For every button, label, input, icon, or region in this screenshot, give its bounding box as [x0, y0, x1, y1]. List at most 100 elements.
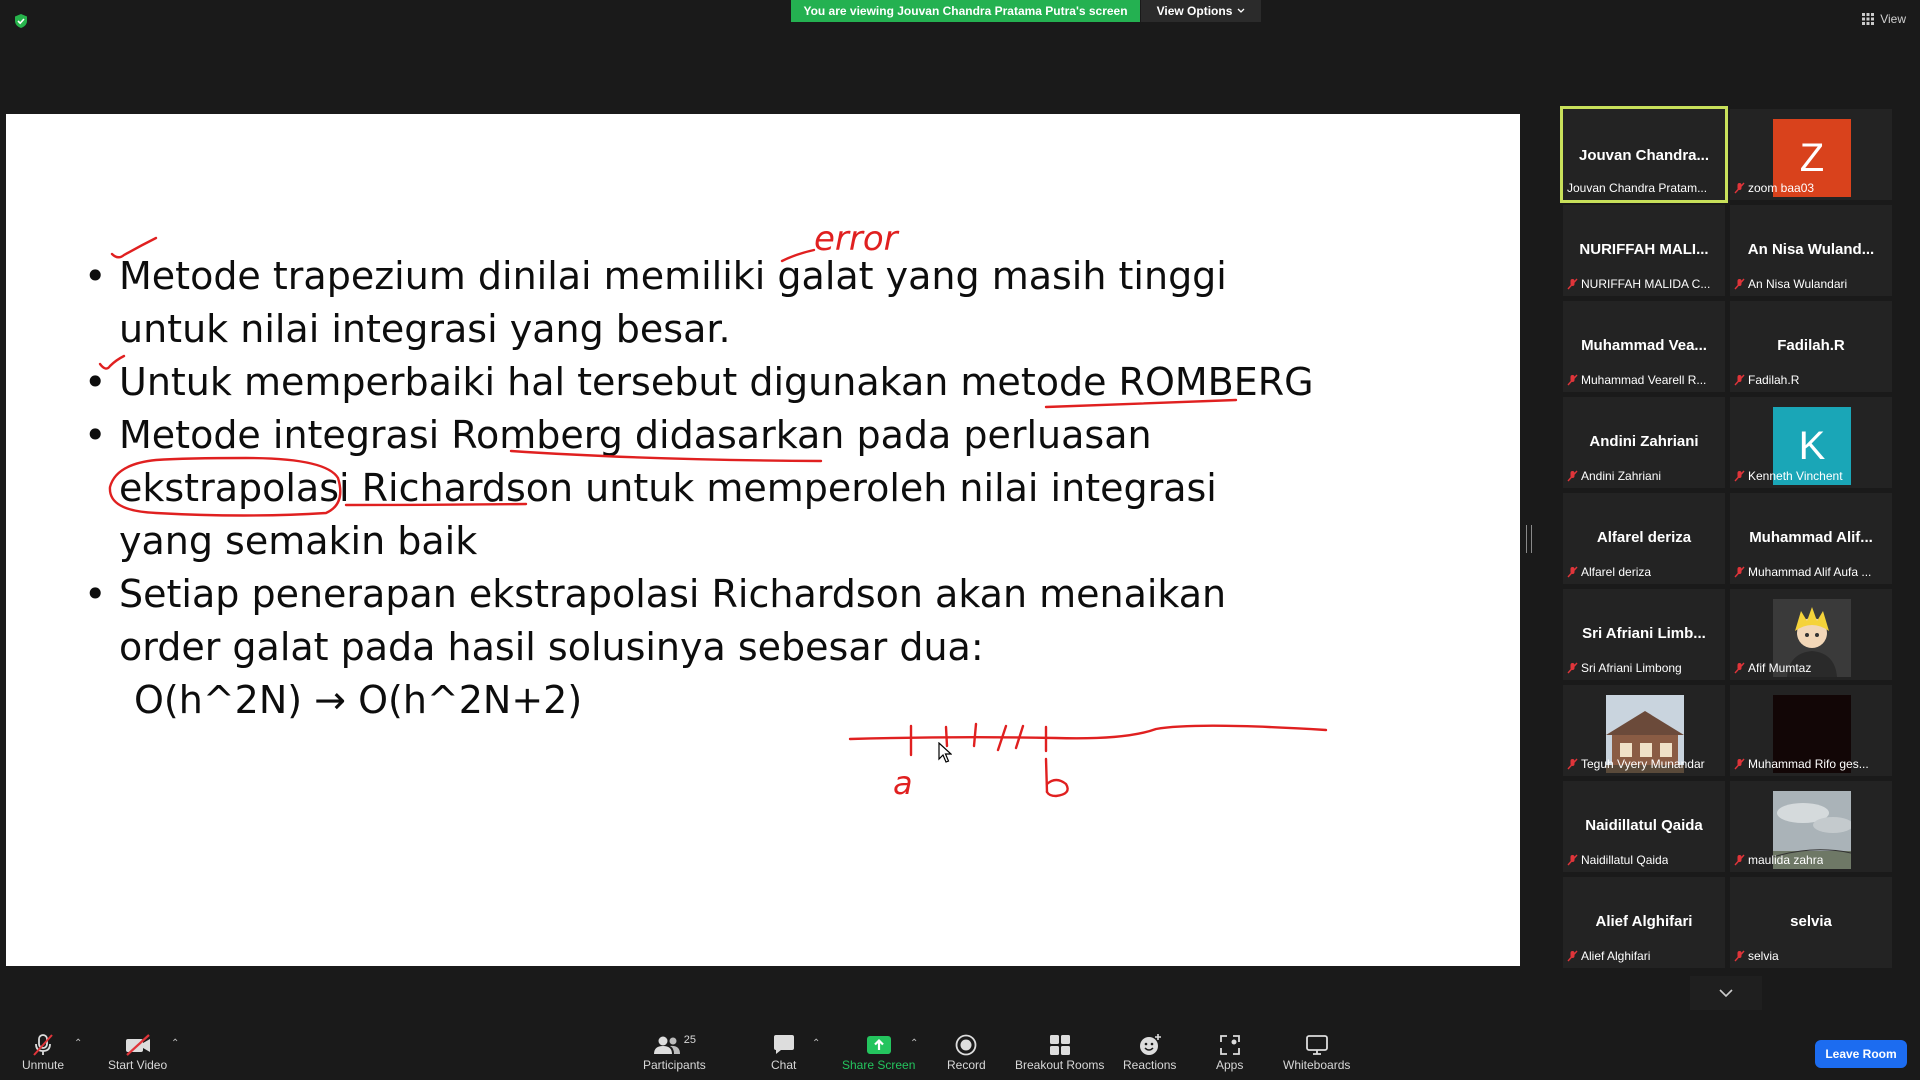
gallery-scroll-down-button[interactable] [1690, 976, 1762, 1010]
participant-display-name: Sri Afriani Limb... [1582, 625, 1706, 642]
record-label: Record [947, 1058, 986, 1072]
reactions-label: Reactions [1123, 1058, 1177, 1072]
participant-name-label: NURIFFAH MALIDA C... [1567, 277, 1710, 291]
video-options-caret[interactable]: ⌃ [171, 1038, 179, 1049]
participant-name-label: Naidillatul Qaida [1567, 853, 1668, 867]
video-tile[interactable]: Naidillatul Qaida Naidillatul Qaida [1563, 781, 1725, 872]
participants-icon [653, 1036, 680, 1054]
unmute-button[interactable]: Unmute [22, 1032, 64, 1072]
video-tile[interactable]: K Kenneth Vinchent [1730, 397, 1892, 488]
video-tile[interactable]: Z zoom baa03 [1730, 109, 1892, 200]
participant-display-name: NURIFFAH MALI... [1579, 241, 1709, 258]
muted-mic-icon [1734, 566, 1745, 578]
start-video-label: Start Video [108, 1058, 168, 1072]
reactions-button[interactable]: Reactions [1123, 1032, 1176, 1072]
participant-name-label: Muhammad Alif Aufa ... [1734, 565, 1871, 579]
whiteboards-label: Whiteboards [1283, 1058, 1351, 1072]
participant-name-label: Fadilah.R [1734, 373, 1799, 387]
muted-mic-icon [1567, 662, 1578, 674]
muted-mic-icon [1734, 374, 1745, 386]
shield-check-icon[interactable] [13, 13, 29, 29]
chat-options-caret[interactable]: ⌃ [812, 1038, 820, 1049]
view-options-label: View Options [1156, 4, 1233, 18]
share-options-caret[interactable]: ⌃ [910, 1038, 918, 1049]
participant-name-label: Muhammad Vearell R... [1567, 373, 1706, 387]
record-icon [955, 1034, 977, 1056]
slide-bullet-3: Metode integrasi Romberg didasarkan pada… [84, 409, 1279, 568]
leave-room-button[interactable]: Leave Room [1815, 1040, 1907, 1068]
slide-bullet-list: Metode trapezium dinilai memiliki galat … [84, 250, 1319, 727]
breakout-rooms-label: Breakout Rooms [1015, 1058, 1105, 1072]
b-bowl [1045, 778, 1069, 798]
participant-name-label: zoom baa03 [1734, 181, 1814, 195]
video-tile[interactable]: Muhammad Vea... Muhammad Vearell R... [1563, 301, 1725, 392]
participant-display-name: Alfarel deriza [1596, 529, 1692, 546]
apps-button[interactable]: Apps [1216, 1032, 1243, 1072]
participant-display-name: Muhammad Vea... [1581, 337, 1707, 354]
muted-mic-icon [1734, 950, 1745, 962]
shared-screen[interactable]: Metode trapezium dinilai memiliki galat … [6, 114, 1520, 966]
video-tile[interactable]: selvia selvia [1730, 877, 1892, 968]
share-screen-icon [866, 1036, 891, 1054]
participant-display-name: Muhammad Alif... [1749, 529, 1873, 546]
viewing-banner: You are viewing Jouvan Chandra Pratama P… [791, 0, 1140, 22]
video-off-icon [125, 1034, 150, 1056]
view-options-button[interactable]: View Options [1141, 0, 1261, 22]
tick-mark-3 [972, 722, 978, 748]
audio-options-caret[interactable]: ⌃ [74, 1038, 82, 1049]
video-tile[interactable]: An Nisa Wuland... An Nisa Wulandari [1730, 205, 1892, 296]
muted-mic-icon [1734, 854, 1745, 866]
chat-button[interactable]: Chat [771, 1032, 796, 1072]
tick-mark-5 [1014, 724, 1025, 750]
video-tile[interactable]: Alfarel deriza Alfarel deriza [1563, 493, 1725, 584]
participant-name-label: Teguh Vyery Munandar [1567, 757, 1705, 771]
whiteboards-button[interactable]: Whiteboards [1283, 1032, 1350, 1072]
b-stem [1044, 757, 1049, 794]
participants-count: 25 [683, 1034, 696, 1046]
video-tile[interactable]: Muhammad Alif... Muhammad Alif Aufa ... [1730, 493, 1892, 584]
video-tile[interactable]: Alief Alghifari Alief Alghifari [1563, 877, 1725, 968]
meeting-toolbar: Unmute ⌃ Start Video ⌃ 25 Participants C… [0, 1018, 1920, 1080]
participants-button[interactable]: 25 Participants [643, 1032, 706, 1072]
resize-divider-handle[interactable] [1526, 525, 1532, 553]
participant-display-name: selvia [1790, 913, 1832, 930]
video-tile[interactable]: Teguh Vyery Munandar [1563, 685, 1725, 776]
video-tile[interactable]: Sri Afriani Limb... Sri Afriani Limbong [1563, 589, 1725, 680]
record-button[interactable]: Record [947, 1032, 986, 1072]
video-tile[interactable]: Andini Zahriani Andini Zahriani [1563, 397, 1725, 488]
participant-name-label: Jouvan Chandra Pratam... [1567, 181, 1708, 195]
video-tile[interactable]: Jouvan Chandra... Jouvan Chandra Pratam.… [1560, 106, 1728, 203]
video-tile[interactable]: Afif Mumtaz [1730, 589, 1892, 680]
video-tile[interactable]: Fadilah.R Fadilah.R [1730, 301, 1892, 392]
video-tile[interactable]: maulida zahra [1730, 781, 1892, 872]
muted-mic-icon [1567, 470, 1578, 482]
participant-name-label: selvia [1734, 949, 1779, 963]
muted-mic-icon [1734, 278, 1745, 290]
share-screen-button[interactable]: Share Screen [842, 1032, 915, 1072]
unmute-label: Unmute [22, 1058, 65, 1072]
participant-display-name: Jouvan Chandra... [1578, 147, 1710, 164]
participant-name-label: Afif Mumtaz [1734, 661, 1811, 675]
video-tile[interactable]: NURIFFAH MALI... NURIFFAH MALIDA C... [1563, 205, 1725, 296]
breakout-rooms-icon [1049, 1035, 1070, 1055]
participant-name-label: Alfarel deriza [1567, 565, 1651, 579]
view-button[interactable]: View [1862, 12, 1906, 26]
mouse-cursor-icon [938, 742, 952, 763]
muted-mic-icon [1567, 854, 1578, 866]
muted-mic-icon [1734, 470, 1745, 482]
participant-name-label: maulida zahra [1734, 853, 1823, 867]
view-label: View [1880, 12, 1906, 26]
chat-label: Chat [771, 1058, 797, 1072]
chevron-down-icon [1237, 8, 1245, 13]
participant-name-label: Andini Zahriani [1567, 469, 1661, 483]
apps-icon [1219, 1035, 1240, 1055]
muted-mic-icon [1734, 758, 1745, 770]
breakout-rooms-button[interactable]: Breakout Rooms [1015, 1032, 1104, 1072]
muted-mic-icon [33, 1034, 53, 1056]
video-tile[interactable]: Muhammad Rifo ges... [1730, 685, 1892, 776]
chevron-down-icon [1719, 988, 1733, 997]
start-video-button[interactable]: Start Video [108, 1032, 167, 1072]
muted-mic-icon [1734, 182, 1745, 194]
muted-mic-icon [1567, 950, 1578, 962]
slide-formula: O(h^2N) → O(h^2N+2) [134, 678, 583, 722]
